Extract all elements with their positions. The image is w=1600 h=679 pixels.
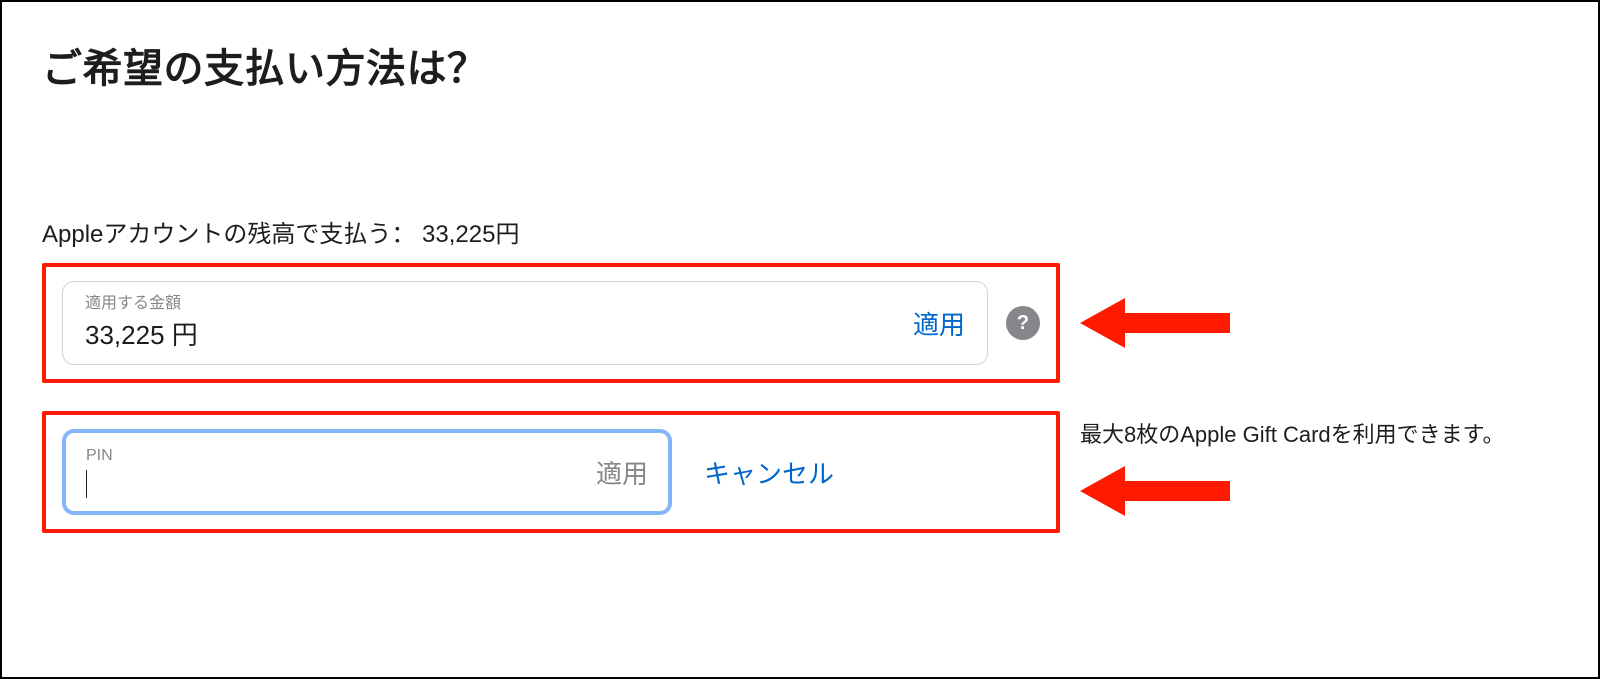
amount-value: 33,225 円 <box>85 315 895 352</box>
annotation-highlight-amount: 適用する金額 33,225 円 適用 ? <box>42 263 1060 383</box>
payment-method-page: ご希望の支払い方法は？ Appleアカウントの残高で支払う： 33,225円 適… <box>0 0 1600 679</box>
apple-account-balance-label: Appleアカウントの残高で支払う： 33,225円 <box>42 214 1558 249</box>
apply-amount-button[interactable]: 適用 <box>895 305 965 342</box>
cancel-pin-button[interactable]: キャンセル <box>704 454 834 491</box>
pin-input-card[interactable]: PIN 適用 <box>62 429 672 515</box>
help-icon[interactable]: ? <box>1006 306 1040 340</box>
amount-floating-label: 適用する金額 <box>85 294 895 313</box>
annotation-arrow-icon <box>1080 293 1230 353</box>
page-title: ご希望の支払い方法は？ <box>42 36 1558 94</box>
amount-row: 適用する金額 33,225 円 適用 ? <box>42 263 1558 383</box>
annotation-highlight-pin: PIN 適用 キャンセル <box>42 411 1060 533</box>
text-cursor <box>86 470 87 498</box>
apply-pin-button[interactable]: 適用 <box>578 454 648 491</box>
pin-row: PIN 適用 キャンセル 最大8枚のApple Gift Cardを利用できます… <box>42 411 1558 533</box>
gift-card-note: 最大8枚のApple Gift Cardを利用できます。 <box>1080 411 1504 449</box>
amount-input-card[interactable]: 適用する金額 33,225 円 適用 <box>62 281 988 365</box>
pin-floating-label: PIN <box>86 446 578 465</box>
annotation-arrow-icon <box>1080 461 1230 521</box>
